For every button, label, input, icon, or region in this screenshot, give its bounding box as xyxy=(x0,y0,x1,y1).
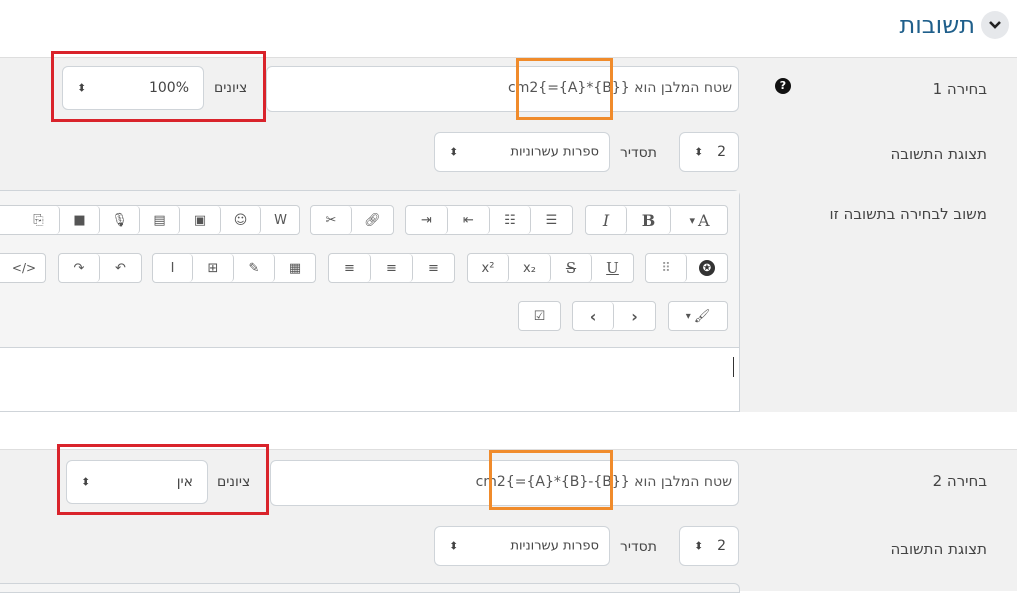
decimals-2-value: 2 xyxy=(717,538,726,554)
table-icon[interactable]: ⊞ xyxy=(193,254,234,282)
ordered-list-icon[interactable]: ☷ xyxy=(490,206,531,234)
format-2-value: ספרות עשרוניות xyxy=(510,538,599,554)
font-size-icon[interactable]: ▾ A xyxy=(672,206,727,234)
choice-2-label: בחירה 2 xyxy=(932,472,987,490)
rtl-icon[interactable]: ‹ xyxy=(573,302,614,330)
question-circle-icon[interactable]: ? xyxy=(775,78,791,94)
select-arrows-icon: ⬍ xyxy=(694,145,704,159)
link-icon[interactable]: 🔗︎ xyxy=(352,206,393,234)
section-title: תשובות xyxy=(899,11,975,39)
editor-content[interactable] xyxy=(0,349,739,411)
screenreader-helper-icon[interactable]: ⠿ xyxy=(646,254,687,282)
underline-icon[interactable]: U xyxy=(592,254,633,282)
record-audio-icon[interactable]: 🎙︎ xyxy=(100,206,140,234)
media-icon[interactable]: ▤ xyxy=(140,206,180,234)
display-2-label: תצוגת התשובה xyxy=(890,540,988,558)
strikethrough-icon[interactable]: S xyxy=(551,254,592,282)
editor-2-top xyxy=(0,583,740,593)
align-center-icon[interactable]: ≡ xyxy=(371,254,413,282)
chevron-down-icon[interactable] xyxy=(981,11,1009,39)
decimals-2-select[interactable]: ⬍ 2 xyxy=(679,526,739,566)
redo-icon[interactable]: ↷ xyxy=(59,254,100,282)
accessibility-checker-icon[interactable]: ✪ xyxy=(687,254,727,282)
formula-highlight-2 xyxy=(489,450,613,510)
italic-icon[interactable]: I xyxy=(586,206,627,234)
select-arrows-icon: ⬍ xyxy=(449,539,459,553)
align-right-icon[interactable]: ≡ xyxy=(329,254,371,282)
grade-highlight-2 xyxy=(57,444,269,515)
undo-icon[interactable]: ↶ xyxy=(100,254,141,282)
choice-1-label: בחירה 1 xyxy=(932,80,987,98)
manage-files-icon[interactable]: ⎘ xyxy=(18,206,60,234)
decimals-1-select[interactable]: ⬍ 2 xyxy=(679,132,739,172)
answer-prefix: שטח המלבן הוא xyxy=(634,80,732,96)
align-left-icon[interactable]: ≡ xyxy=(413,254,454,282)
superscript-icon[interactable]: x² xyxy=(468,254,509,282)
format-2-select[interactable]: ⬍ ספרות עשרוניות xyxy=(434,526,610,566)
unlink-icon[interactable]: ✂ xyxy=(311,206,352,234)
decimals-1-value: 2 xyxy=(717,144,726,160)
grade-highlight-1 xyxy=(51,51,266,122)
text-cursor xyxy=(733,357,734,377)
format-1-select[interactable]: ⬍ ספרות עשרוניות xyxy=(434,132,610,172)
bold-icon[interactable]: B xyxy=(627,206,671,234)
section-header[interactable]: תשובות xyxy=(899,8,1009,42)
select-arrows-icon: ⬍ xyxy=(449,145,459,159)
answer-prefix: שטח המלבן הוא xyxy=(634,474,732,490)
record-video-icon[interactable]: ■ xyxy=(60,206,100,234)
formula-highlight-1 xyxy=(516,58,613,120)
edit-icon[interactable]: ✎ xyxy=(234,254,275,282)
indent-icon[interactable]: ⇥ xyxy=(406,206,448,234)
clear-formatting-icon[interactable]: I xyxy=(153,254,193,282)
emoji-icon[interactable]: ☺ xyxy=(221,206,261,234)
format-2-label: תסדיר xyxy=(620,539,657,555)
format-1-value: ספרות עשרוניות xyxy=(510,144,599,160)
html-icon[interactable]: </> xyxy=(4,254,44,282)
unordered-list-icon[interactable]: ☰ xyxy=(531,206,572,234)
format-1-label: תסדיר xyxy=(620,145,657,161)
subscript-icon[interactable]: x₂ xyxy=(509,254,551,282)
checklist-icon[interactable]: ☑ xyxy=(519,302,560,330)
outdent-icon[interactable]: ⇤ xyxy=(448,206,490,234)
equation-icon[interactable]: ▦ xyxy=(275,254,315,282)
word-paste-icon[interactable]: W xyxy=(262,206,299,234)
paint-brush-icon[interactable]: ▾ 🖌︎ xyxy=(669,302,727,330)
select-arrows-icon: ⬍ xyxy=(694,539,704,553)
display-1-label: תצוגת התשובה xyxy=(890,145,988,163)
image-icon[interactable]: ▣ xyxy=(180,206,221,234)
feedback-1-label: משוב לבחירה בתשובה זו xyxy=(829,205,988,223)
ltr-icon[interactable]: › xyxy=(614,302,655,330)
